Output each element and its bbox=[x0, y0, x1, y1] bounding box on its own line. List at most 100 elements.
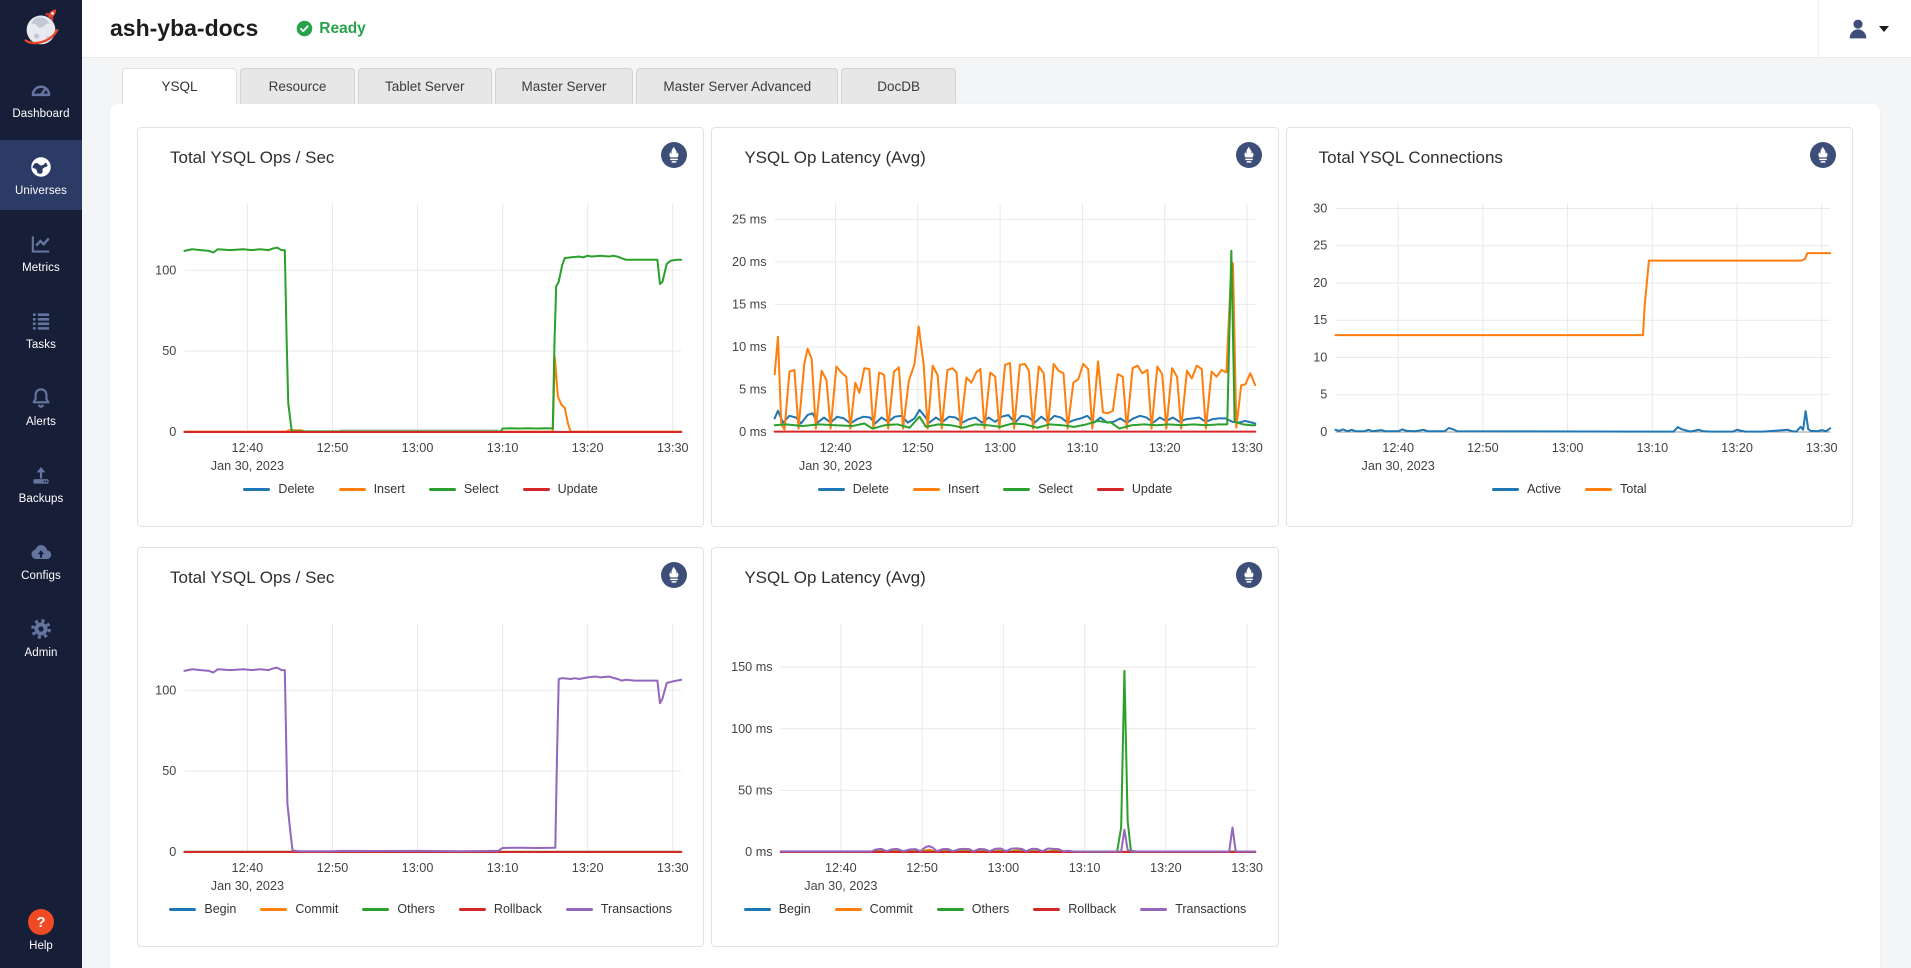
tab-resource[interactable]: Resource bbox=[240, 68, 355, 104]
svg-text:0: 0 bbox=[1320, 425, 1327, 439]
legend-item-begin[interactable]: Begin bbox=[169, 902, 236, 916]
svg-text:13:20: 13:20 bbox=[1149, 441, 1181, 455]
charts-grid: Total YSQL Ops / Sec05010012:40Jan 30, 2… bbox=[137, 127, 1853, 947]
legend-swatch bbox=[339, 488, 366, 491]
prometheus-icon[interactable] bbox=[661, 142, 687, 168]
legend-label: Select bbox=[464, 482, 499, 496]
legend-swatch bbox=[913, 488, 940, 491]
legend-label: Others bbox=[972, 902, 1010, 916]
legend-item-others[interactable]: Others bbox=[362, 902, 435, 916]
sidebar-item-metrics[interactable]: Metrics bbox=[0, 217, 82, 287]
chart-plot-area: 0 ms5 ms10 ms15 ms20 ms25 ms12:40Jan 30,… bbox=[726, 178, 1263, 474]
chart-card: Total YSQL Ops / Sec05010012:40Jan 30, 2… bbox=[137, 127, 704, 527]
sidebar-item-configs[interactable]: Configs bbox=[0, 525, 82, 595]
chart-title: Total YSQL Connections bbox=[1301, 144, 1838, 168]
svg-text:20: 20 bbox=[1313, 276, 1327, 290]
sidebar-item-alerts[interactable]: Alerts bbox=[0, 371, 82, 441]
svg-text:Jan 30, 2023: Jan 30, 2023 bbox=[211, 459, 284, 473]
sidebar-item-label: Backups bbox=[19, 493, 64, 505]
legend-item-select[interactable]: Select bbox=[429, 482, 499, 496]
sidebar-item-label: Dashboard bbox=[12, 108, 69, 120]
legend-swatch bbox=[1097, 488, 1124, 491]
tab-master-server-advanced[interactable]: Master Server Advanced bbox=[636, 68, 838, 104]
sidebar-item-backups[interactable]: Backups bbox=[0, 448, 82, 518]
legend-item-update[interactable]: Update bbox=[1097, 482, 1172, 496]
svg-text:Jan 30, 2023: Jan 30, 2023 bbox=[211, 879, 284, 893]
sidebar-item-label: Configs bbox=[21, 570, 61, 582]
tab-master-server[interactable]: Master Server bbox=[495, 68, 634, 104]
tab-tablet-server[interactable]: Tablet Server bbox=[358, 68, 492, 104]
sidebar-item-admin[interactable]: Admin bbox=[0, 602, 82, 672]
chart-title: YSQL Op Latency (Avg) bbox=[726, 144, 1263, 168]
svg-text:13:30: 13:30 bbox=[1232, 861, 1264, 875]
caret-down-icon bbox=[1879, 26, 1889, 32]
legend-item-commit[interactable]: Commit bbox=[260, 902, 338, 916]
svg-text:12:50: 12:50 bbox=[907, 861, 939, 875]
legend-swatch bbox=[818, 488, 845, 491]
prometheus-icon[interactable] bbox=[1236, 142, 1262, 168]
legend-item-select[interactable]: Select bbox=[1003, 482, 1073, 496]
svg-text:25 ms: 25 ms bbox=[732, 212, 767, 226]
sidebar-item-dashboard[interactable]: Dashboard bbox=[0, 63, 82, 133]
chart-legend: Begin Commit Others Rollback Transactions bbox=[726, 902, 1263, 916]
chart-card: Total YSQL Connections05101520253012:40J… bbox=[1286, 127, 1853, 527]
prometheus-icon[interactable] bbox=[1810, 142, 1836, 168]
legend-item-delete[interactable]: Delete bbox=[243, 482, 314, 496]
sidebar-item-universes[interactable]: Universes bbox=[0, 140, 82, 210]
legend-item-transactions[interactable]: Transactions bbox=[566, 902, 672, 916]
svg-text:30: 30 bbox=[1313, 202, 1327, 216]
svg-text:15: 15 bbox=[1313, 313, 1327, 327]
configs-icon bbox=[28, 539, 54, 565]
chart-legend: Delete Insert Select Update bbox=[726, 482, 1263, 496]
svg-text:13:20: 13:20 bbox=[1150, 861, 1182, 875]
chart-legend: Begin Commit Others Rollback Transactions bbox=[152, 902, 689, 916]
svg-text:Jan 30, 2023: Jan 30, 2023 bbox=[805, 879, 878, 893]
legend-swatch bbox=[459, 908, 486, 911]
legend-label: Begin bbox=[779, 902, 811, 916]
sidebar-spacer bbox=[0, 672, 82, 909]
legend-item-active[interactable]: Active bbox=[1492, 482, 1561, 496]
chart-title: Total YSQL Ops / Sec bbox=[152, 564, 689, 588]
prometheus-icon[interactable] bbox=[661, 562, 687, 588]
legend-item-begin[interactable]: Begin bbox=[744, 902, 811, 916]
svg-text:13:30: 13:30 bbox=[657, 441, 689, 455]
svg-text:13:00: 13:00 bbox=[402, 441, 434, 455]
svg-text:100: 100 bbox=[155, 263, 176, 277]
prometheus-icon[interactable] bbox=[1236, 562, 1262, 588]
svg-text:12:40: 12:40 bbox=[232, 441, 264, 455]
legend-item-commit[interactable]: Commit bbox=[835, 902, 913, 916]
chart-card: Total YSQL Ops / Sec05010012:40Jan 30, 2… bbox=[137, 547, 704, 947]
app-root: Dashboard UniversesMetricsTasksAlerts Back… bbox=[0, 0, 1911, 968]
legend-item-rollback[interactable]: Rollback bbox=[1033, 902, 1116, 916]
legend-item-transactions[interactable]: Transactions bbox=[1140, 902, 1246, 916]
legend-item-rollback[interactable]: Rollback bbox=[459, 902, 542, 916]
metrics-panel: Total YSQL Ops / Sec05010012:40Jan 30, 2… bbox=[110, 104, 1880, 968]
svg-text:0: 0 bbox=[169, 845, 176, 859]
svg-text:13:30: 13:30 bbox=[1806, 441, 1838, 455]
legend-item-total[interactable]: Total bbox=[1585, 482, 1646, 496]
legend-item-insert[interactable]: Insert bbox=[913, 482, 979, 496]
svg-text:100: 100 bbox=[155, 683, 176, 697]
sidebar-item-tasks[interactable]: Tasks bbox=[0, 294, 82, 364]
legend-item-update[interactable]: Update bbox=[523, 482, 598, 496]
yugabyte-logo[interactable] bbox=[0, 0, 82, 56]
sidebar-item-help[interactable]: ? Help bbox=[0, 909, 82, 952]
tab-ysql[interactable]: YSQL bbox=[122, 68, 237, 104]
universes-icon bbox=[28, 154, 54, 180]
svg-text:100 ms: 100 ms bbox=[731, 722, 773, 736]
chart-plot-area: 05101520253012:40Jan 30, 202312:5013:001… bbox=[1301, 178, 1838, 474]
svg-text:13:00: 13:00 bbox=[1551, 441, 1583, 455]
legend-swatch bbox=[169, 908, 196, 911]
legend-swatch bbox=[260, 908, 287, 911]
tab-bar: YSQLResourceTablet ServerMaster ServerMa… bbox=[122, 68, 1880, 104]
user-menu[interactable] bbox=[1818, 0, 1911, 57]
tab-docdb[interactable]: DocDB bbox=[841, 68, 956, 104]
svg-text:12:40: 12:40 bbox=[820, 441, 852, 455]
legend-item-insert[interactable]: Insert bbox=[339, 482, 405, 496]
legend-label: Rollback bbox=[1068, 902, 1116, 916]
legend-item-others[interactable]: Others bbox=[937, 902, 1010, 916]
content-area: YSQLResourceTablet ServerMaster ServerMa… bbox=[82, 58, 1911, 968]
legend-item-delete[interactable]: Delete bbox=[818, 482, 889, 496]
legend-label: Delete bbox=[278, 482, 314, 496]
tasks-icon bbox=[28, 308, 54, 334]
